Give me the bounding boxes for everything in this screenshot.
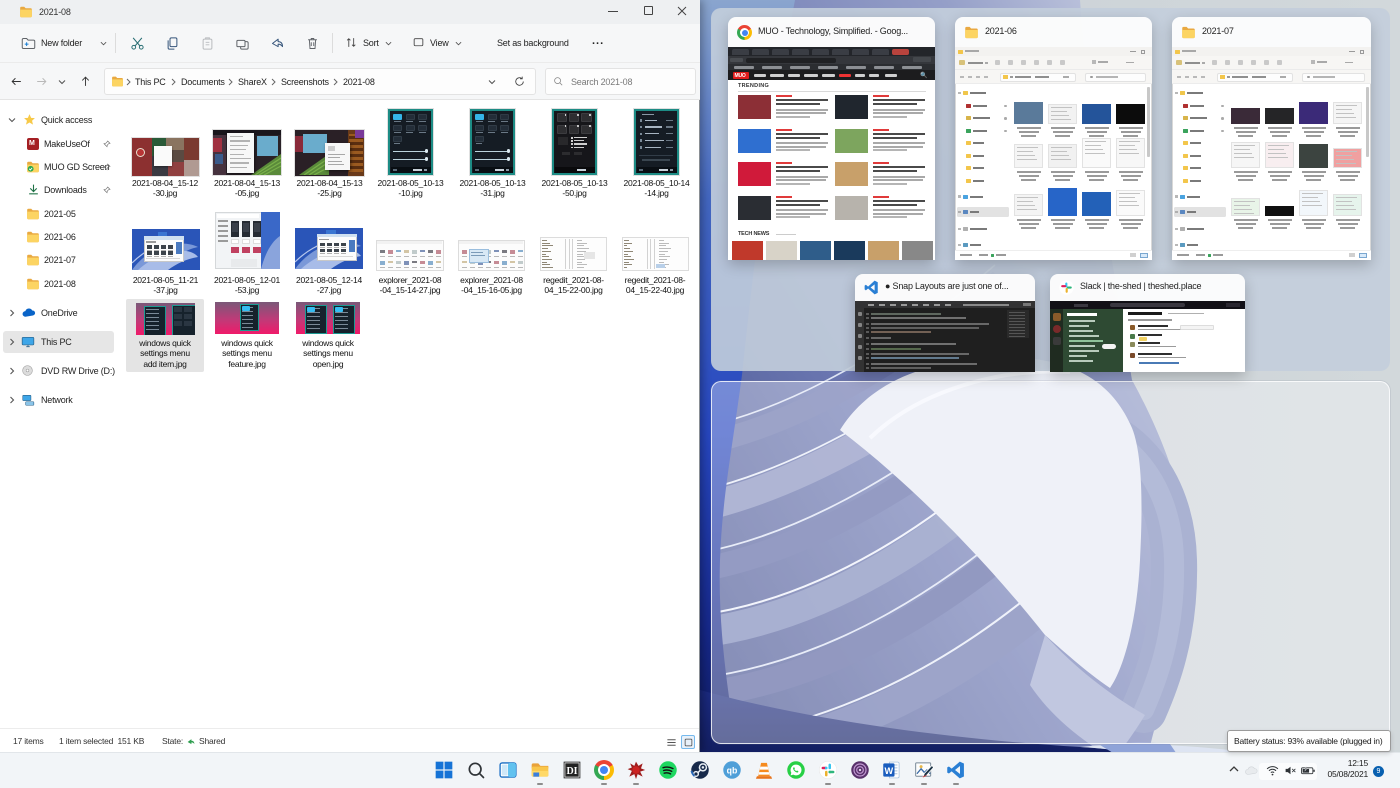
- svg-text:qb: qb: [727, 765, 738, 775]
- svg-text:W: W: [885, 766, 894, 776]
- svg-text:DI: DI: [566, 766, 577, 777]
